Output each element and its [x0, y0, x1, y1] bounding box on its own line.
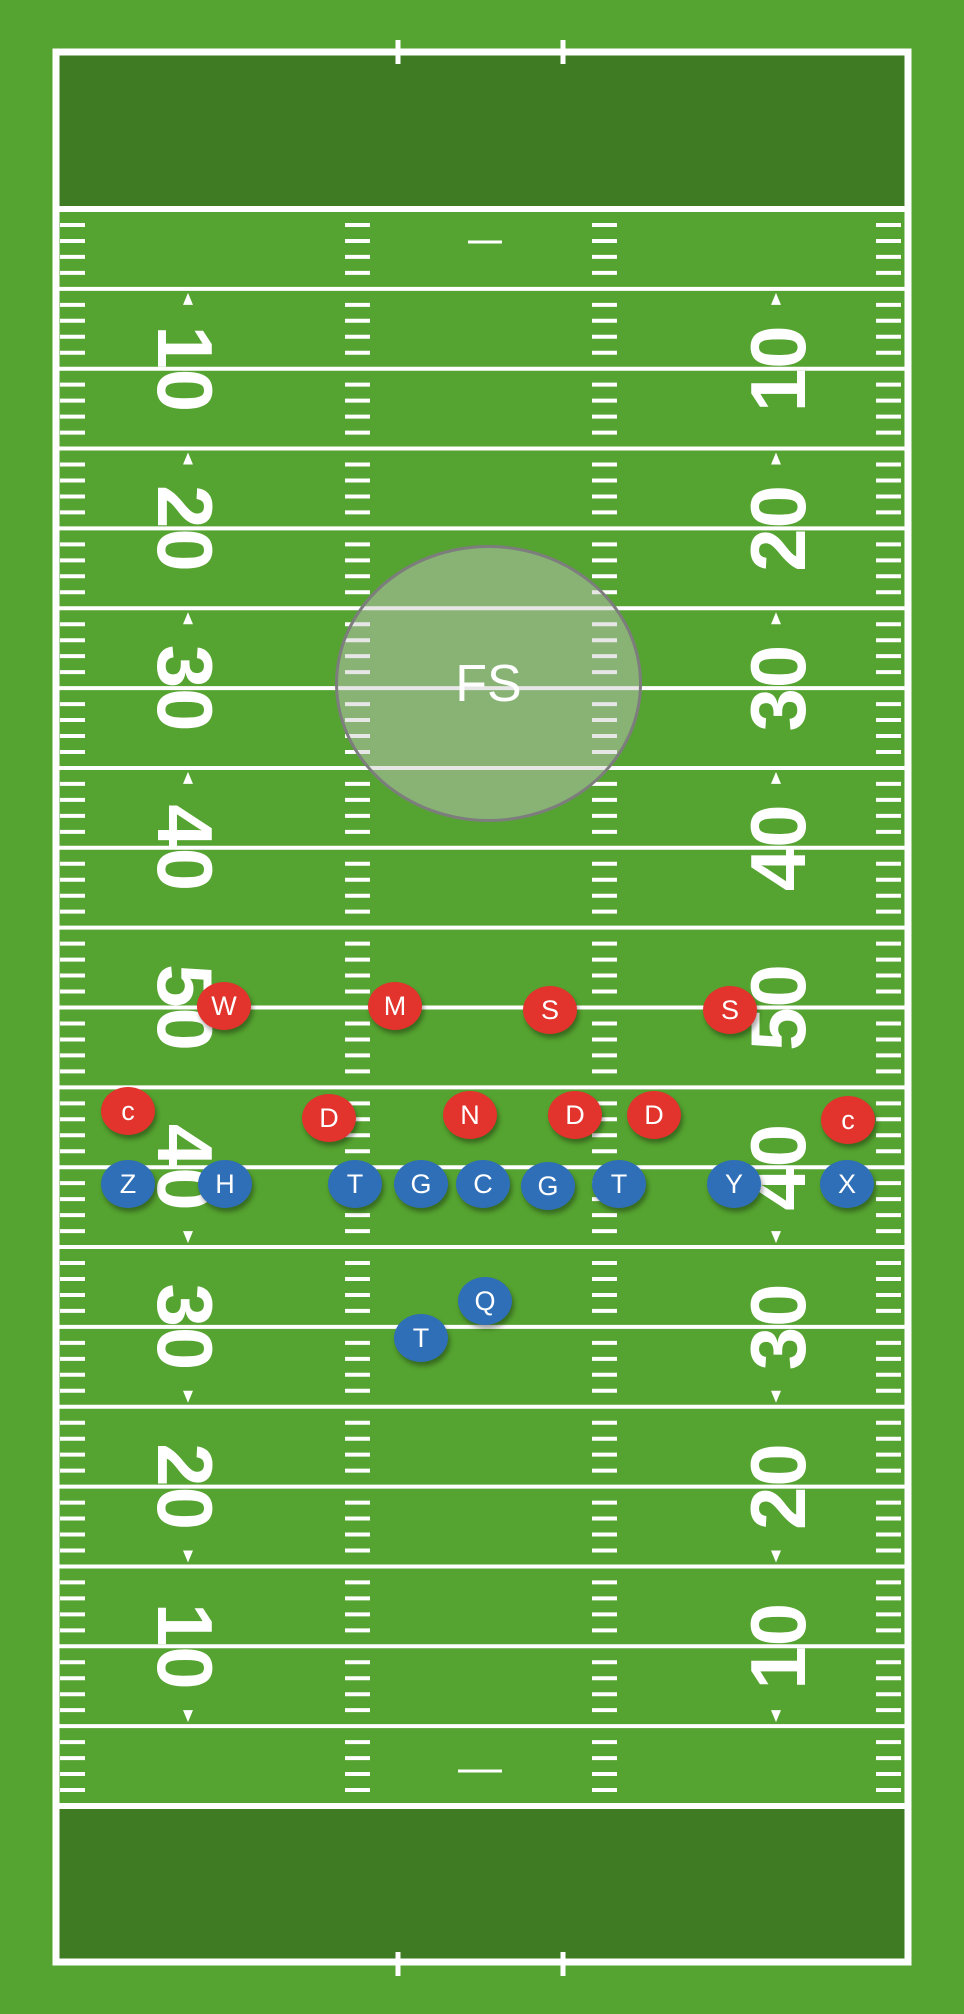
yard-number: 20: [141, 1443, 229, 1530]
offense-x[interactable]: X: [820, 1160, 874, 1208]
top-end-zone: [56, 52, 908, 209]
defender-c-right[interactable]: c: [821, 1096, 875, 1144]
yard-number: 20: [141, 485, 229, 572]
bottom-end-zone: [56, 1806, 908, 1962]
football-field: 10 10 20 20 30 30 40 40 50 50 40 40 30 30 20 20 10 10 FS …: [0, 0, 964, 2014]
defender-c-left[interactable]: c: [101, 1087, 155, 1135]
defender-w[interactable]: W: [197, 982, 251, 1030]
direction-arrow: [771, 1390, 781, 1403]
defender-n[interactable]: N: [443, 1091, 497, 1139]
direction-arrow: [771, 1550, 781, 1563]
offense-y[interactable]: Y: [707, 1160, 761, 1208]
direction-arrow: [183, 452, 193, 465]
yard-number: 10: [141, 1603, 229, 1690]
defender-m[interactable]: M: [368, 982, 422, 1030]
free-safety-label: FS: [455, 654, 522, 713]
defender-d-center[interactable]: D: [548, 1091, 602, 1139]
free-safety-zone: FS: [335, 545, 642, 822]
direction-arrow: [771, 1231, 781, 1244]
direction-arrow: [771, 292, 781, 305]
yard-number: 30: [141, 1284, 229, 1371]
yard-number: 10: [734, 325, 822, 412]
offense-g-left[interactable]: G: [394, 1160, 448, 1208]
offense-z[interactable]: Z: [101, 1160, 155, 1208]
yard-number: 30: [734, 1284, 822, 1371]
offense-c[interactable]: C: [456, 1160, 510, 1208]
direction-arrow: [183, 771, 193, 784]
direction-arrow: [771, 452, 781, 465]
direction-arrow: [183, 612, 193, 625]
offense-t-back[interactable]: T: [394, 1314, 448, 1362]
offense-h[interactable]: H: [198, 1160, 252, 1208]
direction-arrow: [771, 771, 781, 784]
field-markings: 10 1020 2030 3040 4050 5040 4030 3020 2010 10: [52, 40, 912, 1976]
offense-t-right[interactable]: T: [592, 1160, 646, 1208]
defender-s-left[interactable]: S: [523, 986, 577, 1034]
defender-s-right[interactable]: S: [703, 986, 757, 1034]
yard-number: 20: [734, 1443, 822, 1530]
direction-arrow: [771, 1710, 781, 1723]
yard-number: 30: [734, 645, 822, 732]
yard-number: 40: [734, 804, 822, 891]
offense-g-right[interactable]: G: [521, 1162, 575, 1210]
direction-arrow: [183, 1390, 193, 1403]
direction-arrow: [183, 1550, 193, 1563]
offense-t-left[interactable]: T: [328, 1160, 382, 1208]
yard-number: 40: [141, 804, 229, 891]
direction-arrow: [771, 612, 781, 625]
direction-arrow: [183, 1710, 193, 1723]
yard-number: 10: [734, 1603, 822, 1690]
yard-number: 30: [141, 645, 229, 732]
defender-d-right[interactable]: D: [627, 1091, 681, 1139]
yard-number: 20: [734, 485, 822, 572]
defender-d-left[interactable]: D: [302, 1094, 356, 1142]
yard-number: 10: [141, 325, 229, 412]
offense-q[interactable]: Q: [458, 1277, 512, 1325]
direction-arrow: [183, 1231, 193, 1244]
direction-arrow: [183, 292, 193, 305]
